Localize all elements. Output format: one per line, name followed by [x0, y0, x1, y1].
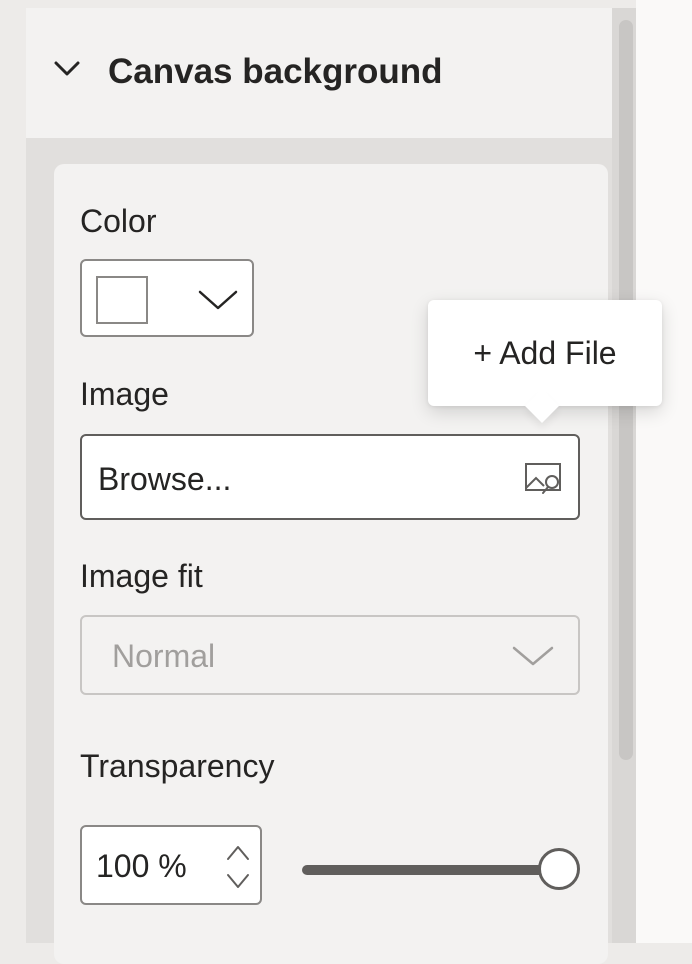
report-canvas — [636, 0, 692, 943]
add-file-tooltip: + Add File — [428, 300, 662, 423]
file-input-value: Browse... — [98, 461, 232, 497]
transparency-value: 100 % — [96, 848, 187, 884]
image-fit-label: Image fit — [80, 558, 203, 594]
color-label: Color — [80, 203, 157, 239]
image-search-icon[interactable] — [522, 456, 566, 500]
image-fit-dropdown[interactable]: Normal — [80, 615, 580, 695]
section-title: Canvas background — [108, 52, 443, 91]
transparency-stepper[interactable]: 100 % — [80, 825, 262, 905]
color-swatch — [96, 276, 148, 324]
tooltip-text: + Add File — [473, 334, 617, 371]
image-file-input[interactable]: Browse... — [80, 434, 580, 520]
chevron-up-icon[interactable] — [226, 843, 250, 863]
chevron-down-icon — [198, 290, 238, 310]
left-gutter — [0, 0, 26, 943]
slider-thumb[interactable] — [538, 848, 580, 890]
canvas-background-header[interactable]: Canvas background — [26, 8, 612, 138]
transparency-label: Transparency — [80, 748, 275, 784]
chevron-down-icon[interactable] — [226, 871, 250, 891]
chevron-down-icon — [54, 61, 80, 76]
slider-track — [302, 865, 562, 875]
color-picker-button[interactable] — [80, 259, 254, 337]
image-fit-selected: Normal — [112, 638, 216, 674]
image-label: Image — [80, 376, 169, 412]
chevron-down-icon — [512, 646, 554, 666]
top-strip — [26, 0, 612, 8]
transparency-slider[interactable] — [300, 840, 586, 900]
